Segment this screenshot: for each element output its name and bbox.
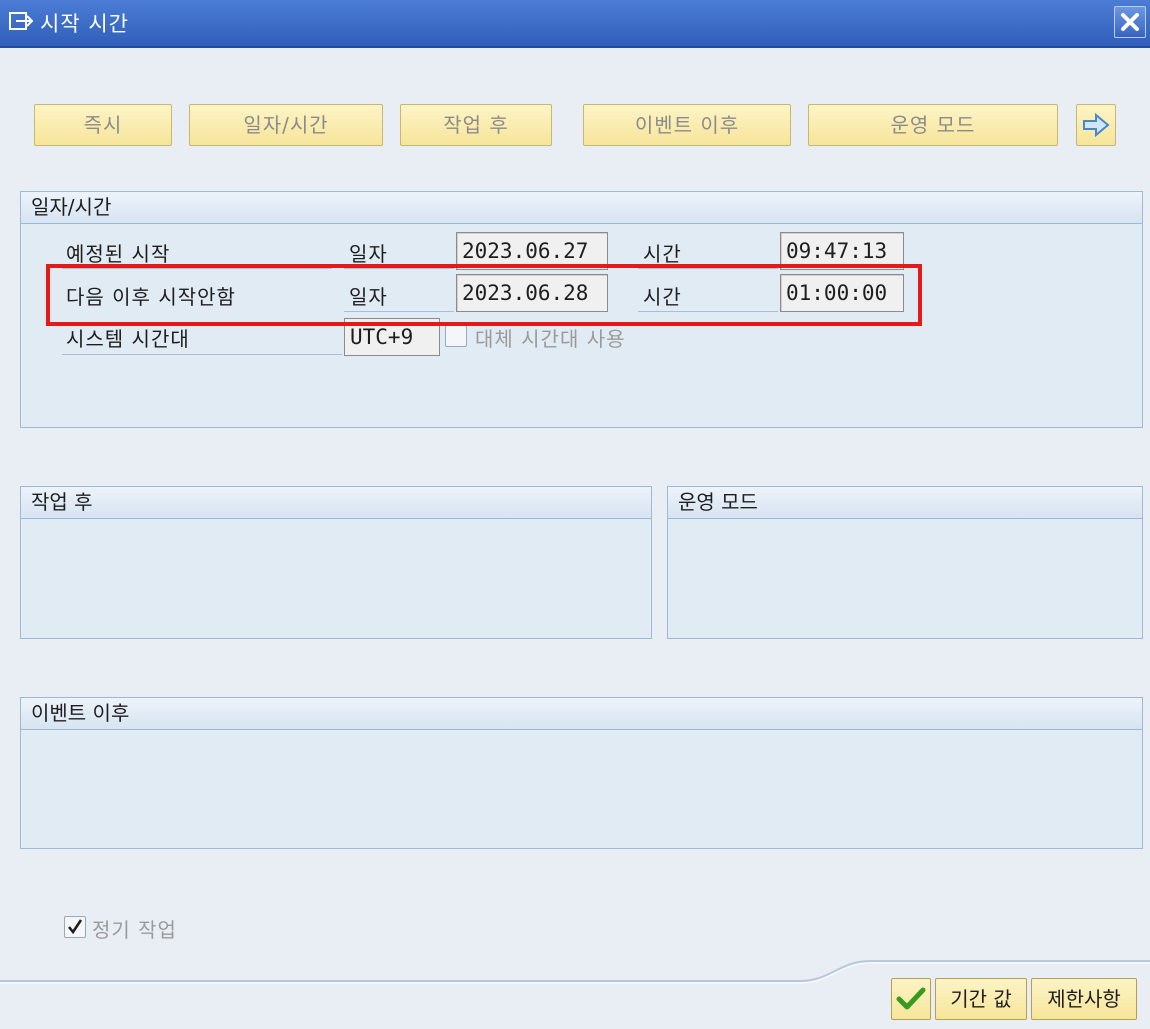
- after-job-group-header: 작업 후: [21, 487, 651, 519]
- operation-mode-group-header: 운영 모드: [668, 487, 1142, 519]
- after-job-button[interactable]: 작업 후: [400, 104, 552, 146]
- after-event-group: 이벤트 이후: [20, 697, 1143, 849]
- after-event-button[interactable]: 이벤트 이후: [583, 104, 791, 146]
- operation-mode-group: 운영 모드: [667, 486, 1143, 639]
- confirm-button[interactable]: [891, 978, 931, 1020]
- periodic-job-checkbox[interactable]: [64, 916, 86, 938]
- date-time-button[interactable]: 일자/시간: [189, 104, 383, 146]
- scheduled-start-label: 예정된 시작: [66, 242, 171, 266]
- operation-mode-button[interactable]: 운영 모드: [808, 104, 1058, 146]
- date-time-group-header: 일자/시간: [21, 192, 1142, 224]
- scheduled-date-label: 일자: [349, 242, 388, 266]
- arrow-right-icon: [1083, 113, 1110, 137]
- close-button[interactable]: [1114, 6, 1146, 38]
- immediate-button[interactable]: 즉시: [34, 104, 172, 146]
- after-event-group-header: 이벤트 이후: [21, 698, 1142, 730]
- checkmark-icon: [68, 919, 83, 935]
- checkmark-icon: [896, 987, 926, 1010]
- alt-timezone-label: 대체 시간대 사용: [475, 327, 626, 351]
- close-icon: [1121, 13, 1139, 31]
- alt-timezone-checkbox[interactable]: [445, 325, 467, 347]
- next-button[interactable]: [1076, 104, 1116, 146]
- restrictions-button[interactable]: 제한사항: [1031, 978, 1137, 1020]
- periodic-job-label: 정기 작업: [92, 918, 177, 942]
- after-job-group: 작업 후: [20, 486, 652, 639]
- window-title: 시작 시간: [40, 12, 129, 36]
- row-underline: [62, 354, 342, 355]
- system-timezone-label: 시스템 시간대: [66, 327, 190, 351]
- scheduled-time-label: 시간: [643, 242, 682, 266]
- highlight-box: [46, 264, 922, 326]
- period-values-button[interactable]: 기간 값: [935, 978, 1027, 1020]
- title-bar: 시작 시간: [0, 0, 1150, 48]
- window-icon: [8, 10, 34, 32]
